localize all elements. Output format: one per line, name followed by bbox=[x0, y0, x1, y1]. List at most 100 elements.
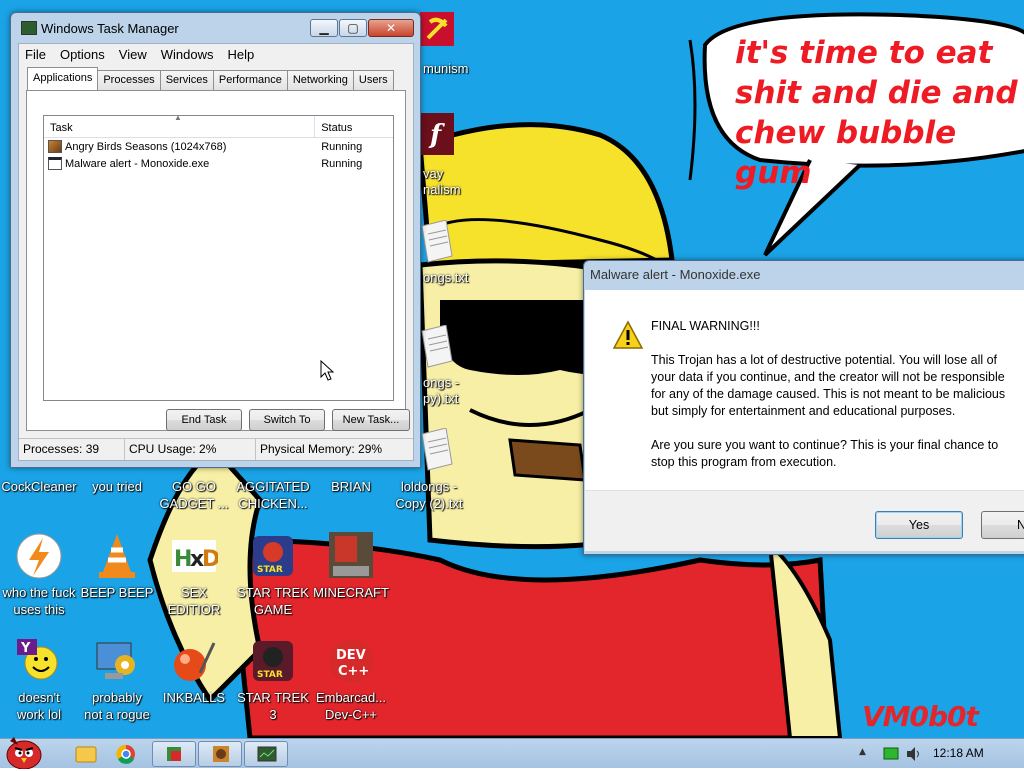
task-status: Running bbox=[321, 157, 363, 170]
tab-applications[interactable]: Applications bbox=[27, 67, 99, 90]
menu-help[interactable]: Help bbox=[221, 47, 262, 62]
status-bar: Processes: 39 CPU Usage: 2% Physical Mem… bbox=[19, 438, 413, 460]
desktop-icon-star-trek-3[interactable]: STAR STAR TREK 3 bbox=[233, 637, 313, 723]
text-file-icon[interactable] bbox=[420, 325, 454, 369]
desktop-icon-loldongs-copy-2[interactable]: loldongs - Copy (2).txt bbox=[389, 478, 469, 512]
desktop-icon-go-go-gadget[interactable]: GO GO GADGET ... bbox=[154, 478, 234, 512]
star-wars-icon: STAR bbox=[249, 532, 297, 580]
svg-text:STAR: STAR bbox=[257, 565, 283, 575]
desktop-icon-embarcadero[interactable]: DEV C++ Embarcad... Dev-C++ bbox=[311, 637, 391, 723]
partial-label-copy-1[interactable]: ongs - bbox=[423, 374, 459, 391]
svg-text:DEV: DEV bbox=[336, 648, 366, 663]
maximize-button[interactable]: ▢ bbox=[339, 19, 367, 37]
desktop-icon-brian[interactable]: BRIAN bbox=[311, 478, 391, 495]
warning-heading: FINAL WARNING!!! bbox=[651, 319, 760, 333]
icon-label: loldongs - Copy (2).txt bbox=[395, 479, 463, 511]
chrome-taskbar-icon[interactable] bbox=[106, 741, 146, 767]
task-manager-icon bbox=[257, 746, 277, 762]
task-manager-client: File Options View Windows Help Applicati… bbox=[18, 43, 414, 461]
tab-processes[interactable]: Processes bbox=[97, 70, 161, 90]
start-button-angry-bird-icon[interactable] bbox=[2, 731, 48, 769]
desktop-icon-you-tried[interactable]: you tried bbox=[77, 478, 157, 495]
tab-strip: Applications Processes Services Performa… bbox=[27, 67, 394, 90]
flash-icon[interactable]: f bbox=[420, 113, 454, 155]
communism-icon[interactable] bbox=[420, 12, 454, 46]
notification-area: ▲ 12:18 AM bbox=[849, 739, 1024, 769]
text-file-icon[interactable] bbox=[420, 428, 454, 472]
partial-label-communism[interactable]: munism bbox=[423, 60, 469, 77]
menu-windows[interactable]: Windows bbox=[155, 47, 222, 62]
task-list[interactable]: ▲ Task Status Angry Birds Seasons (1024x… bbox=[43, 113, 394, 401]
angry-birds-icon bbox=[213, 746, 229, 762]
task-manager-window[interactable]: Windows Task Manager ▁ ▢ ✕ File Options … bbox=[10, 12, 421, 468]
desktop-icon-doesnt-work[interactable]: Y doesn't work lol bbox=[0, 637, 79, 723]
close-button[interactable]: ✕ bbox=[368, 19, 414, 37]
taskbar-button-task-manager[interactable] bbox=[244, 741, 288, 767]
partial-label-copy-2[interactable]: py).txt bbox=[423, 390, 458, 407]
icon-label: STAR TREK GAME bbox=[237, 585, 309, 617]
desktop-icon-who-the-fuck[interactable]: who the fuck uses this bbox=[0, 532, 79, 618]
warning-icon bbox=[612, 320, 644, 349]
network-icon[interactable] bbox=[883, 747, 899, 761]
mouse-cursor-icon bbox=[320, 360, 335, 381]
dialog-title: Malware alert - Monoxide.exe bbox=[590, 267, 761, 282]
column-header-status[interactable]: Status bbox=[315, 116, 393, 137]
message-line: for any of the damage caused. This is no… bbox=[651, 387, 1006, 401]
icon-label: Embarcad... Dev-C++ bbox=[315, 690, 387, 722]
desktop-icon-probably-not-a-rogue[interactable]: probably not a rogue bbox=[77, 637, 157, 723]
taskbar-button-angry-birds[interactable] bbox=[198, 741, 242, 767]
table-row[interactable]: Malware alert - Monoxide.exe Running bbox=[44, 155, 393, 172]
desktop-icon-minecraft[interactable]: MINECRAFT bbox=[311, 532, 391, 601]
desktop-icon-cockcleaner[interactable]: CockCleaner bbox=[0, 478, 79, 495]
inkball-icon bbox=[170, 637, 218, 685]
clock[interactable]: 12:18 AM bbox=[933, 746, 984, 760]
table-row[interactable]: Angry Birds Seasons (1024x768) Running bbox=[44, 138, 393, 155]
title-bar[interactable]: Windows Task Manager ▁ ▢ ✕ bbox=[11, 13, 420, 43]
new-task-button[interactable]: New Task... bbox=[332, 409, 410, 431]
desktop-icon-sex-editior[interactable]: HxD SEX EDITIOR bbox=[154, 532, 234, 618]
icon-label: BRIAN bbox=[331, 479, 371, 494]
show-hidden-icons-button[interactable]: ▲ bbox=[859, 747, 866, 757]
icon-label: INKBALLS bbox=[162, 690, 226, 705]
column-header-task[interactable]: ▲ Task bbox=[44, 113, 316, 137]
end-task-button[interactable]: End Task bbox=[166, 409, 242, 431]
task-manager-icon bbox=[21, 21, 37, 35]
partial-label-journalism-2[interactable]: nalism bbox=[423, 181, 461, 198]
folder-taskbar-icon[interactable] bbox=[66, 741, 106, 767]
volume-icon[interactable] bbox=[905, 746, 923, 762]
dialog-body: FINAL WARNING!!! This Trojan has a lot o… bbox=[585, 290, 1024, 490]
menu-view[interactable]: View bbox=[113, 47, 155, 62]
desktop-icon-aggitated-chicken[interactable]: AGGITATED CHICKEN... bbox=[233, 478, 313, 512]
text-file-icon[interactable] bbox=[420, 220, 454, 264]
icon-label: SEX EDITIOR bbox=[167, 585, 221, 617]
task-name: Angry Birds Seasons (1024x768) bbox=[65, 140, 227, 153]
tab-performance[interactable]: Performance bbox=[212, 70, 288, 90]
taskbar-button-app[interactable] bbox=[152, 741, 196, 767]
maximize-icon: ▢ bbox=[347, 21, 359, 35]
switch-to-button[interactable]: Switch To bbox=[249, 409, 325, 431]
icon-label: AGGITATED CHICKEN... bbox=[236, 479, 310, 511]
caption-buttons: ▁ ▢ ✕ bbox=[309, 19, 414, 37]
desktop-icon-star-trek-game[interactable]: STAR STAR TREK GAME bbox=[233, 532, 313, 618]
partial-label-longs[interactable]: ongs.txt bbox=[423, 269, 469, 286]
menu-file[interactable]: File bbox=[19, 47, 54, 62]
partial-label-journalism-1[interactable]: vay bbox=[423, 165, 443, 182]
task-status: Running bbox=[321, 140, 363, 153]
icon-label: BEEP BEEP bbox=[80, 585, 154, 600]
tab-services[interactable]: Services bbox=[159, 70, 214, 90]
no-button[interactable]: No bbox=[981, 511, 1024, 539]
window-title: Windows Task Manager bbox=[41, 21, 179, 36]
desktop-icon-beep-beep[interactable]: BEEP BEEP bbox=[77, 532, 157, 601]
speech-bubble-text: it's time to eat shit and die and chew b… bbox=[735, 35, 1018, 191]
desktop-icon-inkballs[interactable]: INKBALLS bbox=[154, 637, 234, 706]
tab-networking[interactable]: Networking bbox=[286, 70, 354, 90]
icon-label: you tried bbox=[92, 479, 142, 494]
message-line: Are you sure you want to continue? This … bbox=[651, 438, 999, 452]
menu-options[interactable]: Options bbox=[54, 47, 113, 62]
tab-users[interactable]: Users bbox=[352, 70, 394, 90]
hxd-icon: HxD bbox=[170, 532, 220, 580]
minimize-button[interactable]: ▁ bbox=[310, 19, 338, 37]
status-memory: Physical Memory: 29% bbox=[260, 442, 383, 456]
malware-alert-dialog[interactable]: Malware alert - Monoxide.exe FINAL WARNI… bbox=[583, 260, 1024, 555]
yes-button[interactable]: Yes bbox=[875, 511, 963, 539]
